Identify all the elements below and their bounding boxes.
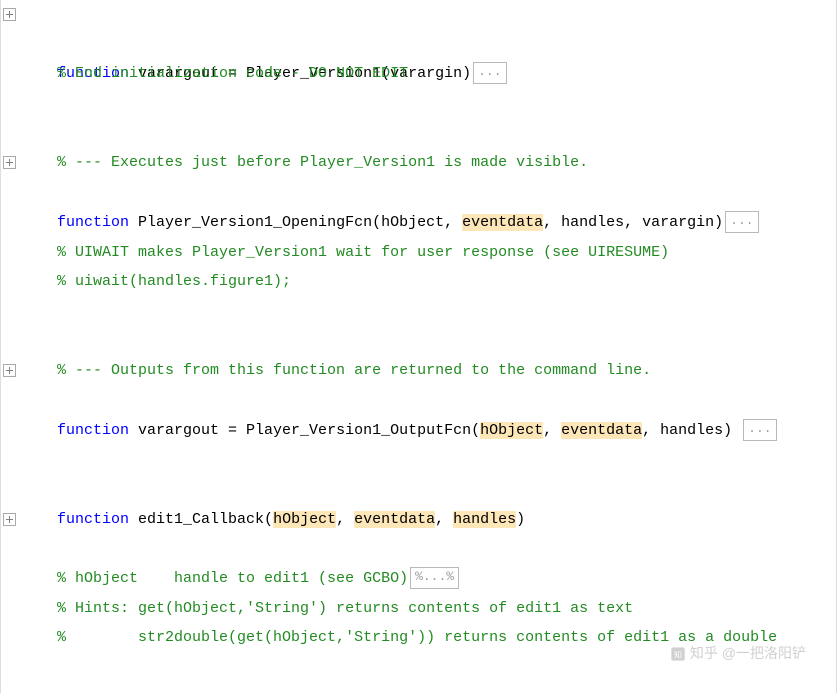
code-editor: function varargout = Player_Version1(var… — [0, 0, 837, 693]
code-line: % UIWAIT makes Player_Version1 wait for … — [1, 208, 836, 238]
fold-expand-icon[interactable] — [3, 364, 16, 377]
code-line: % uiwait(handles.figure1); — [1, 238, 836, 268]
blank-line — [1, 534, 836, 564]
blank-line — [1, 59, 836, 89]
fold-expand-icon[interactable] — [3, 513, 16, 526]
code-line: % Hints: get(hObject,'String') returns c… — [1, 564, 836, 594]
blank-line — [1, 178, 836, 208]
blank-line — [1, 267, 836, 297]
blank-line — [1, 386, 836, 416]
code-line: function varargout = Player_Version1(var… — [1, 0, 836, 30]
code-line: % --- Outputs from this function are ret… — [1, 327, 836, 357]
code-line: function Player_Version1_OpeningFcn(hObj… — [1, 148, 836, 178]
code-line: function edit1_Callback(hObject, eventda… — [1, 475, 836, 505]
code-line: function varargout = Player_Version1_Out… — [1, 356, 836, 386]
code-line: % str2double(get(hObject,'String')) retu… — [1, 594, 836, 624]
code-line: % End initialization code - DO NOT EDIT — [1, 30, 836, 60]
fold-expand-icon[interactable] — [3, 156, 16, 169]
blank-line — [1, 445, 836, 475]
code-line: % --- Executes just before Player_Versio… — [1, 119, 836, 149]
blank-line — [1, 297, 836, 327]
blank-line — [1, 623, 836, 653]
fold-expand-icon[interactable] — [3, 8, 16, 21]
blank-line — [1, 89, 836, 119]
code-line: % hObject handle to edit1 (see GCBO)%...… — [1, 505, 836, 535]
blank-line — [1, 416, 836, 446]
